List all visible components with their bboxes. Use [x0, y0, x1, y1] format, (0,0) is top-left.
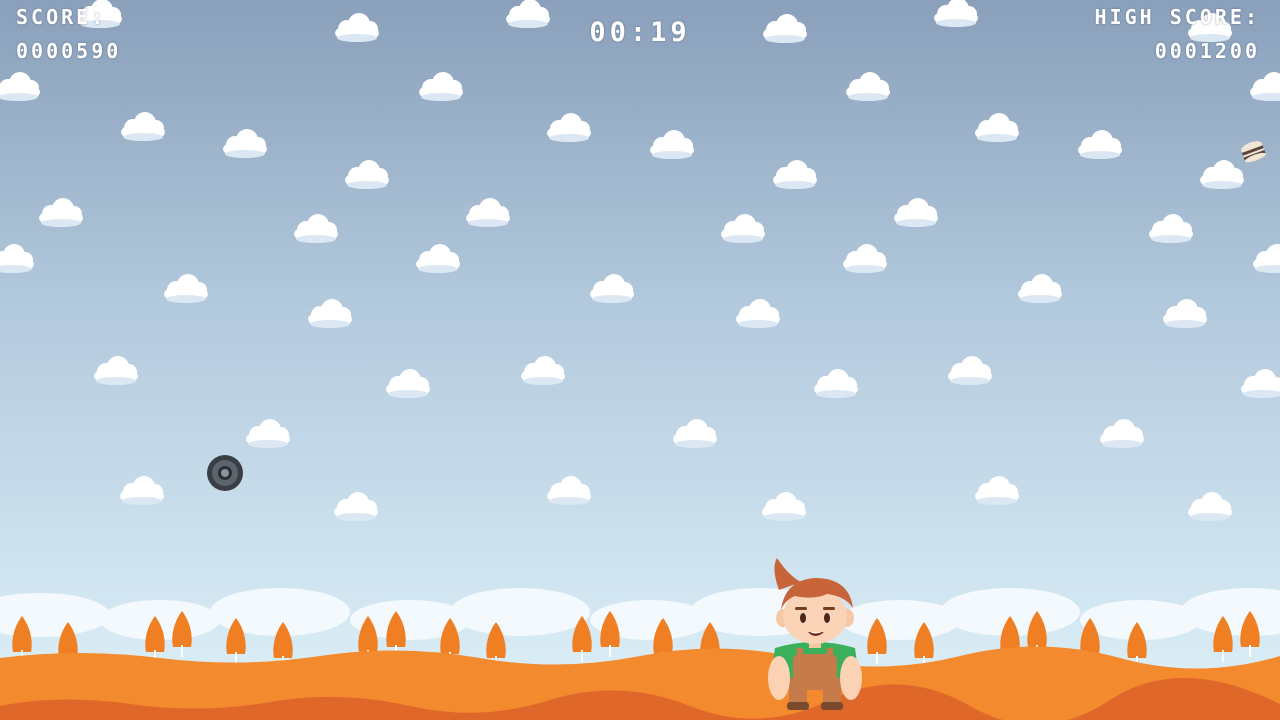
game-scene[interactable]	[0, 0, 1280, 720]
tire-icon	[207, 455, 243, 491]
high-score-value: 0001200	[1154, 39, 1260, 63]
timer: 00:19	[589, 17, 691, 48]
high-score-label: HIGH SCORE:	[1094, 5, 1260, 29]
